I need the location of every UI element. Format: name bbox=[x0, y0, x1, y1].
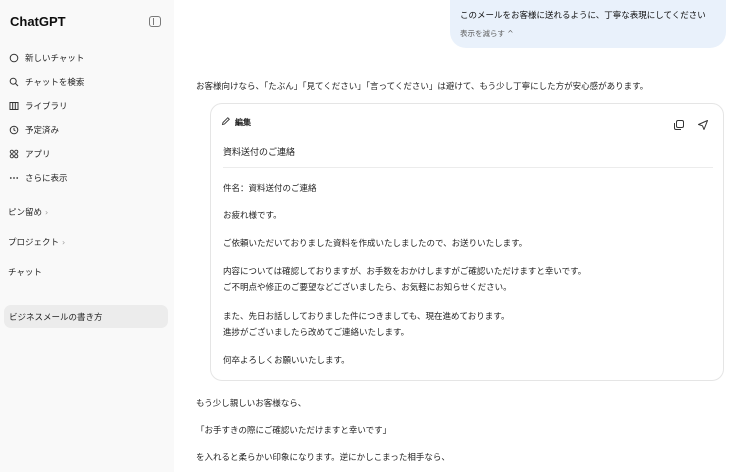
new-chat-icon bbox=[8, 52, 20, 64]
draft-line: 件名：資料送付のご連絡 bbox=[223, 184, 317, 194]
draft-line: お疲れ様です。 bbox=[223, 211, 282, 221]
sidebar-toggle-icon[interactable] bbox=[149, 16, 161, 27]
sidebar: ChatGPT 新しいチャット チャットを検索 ライブラリ 予定済み アプリ さ… bbox=[0, 0, 174, 472]
card-divider bbox=[223, 167, 713, 168]
show-less-button[interactable]: 表示を減らす ^ bbox=[460, 28, 514, 39]
draft-line: 何卒よろしくお願いいたします。 bbox=[223, 356, 350, 366]
edit-button[interactable]: 編集 bbox=[221, 116, 251, 128]
draft-title: 資料送付のご連絡 bbox=[223, 148, 296, 158]
assistant-followup-text: もう少し親しいお客様なら、 bbox=[196, 399, 307, 409]
sidebar-item-scheduled[interactable]: 予定済み bbox=[8, 121, 166, 139]
draft-line: 進捗がございましたら改めてご連絡いたします。 bbox=[223, 328, 410, 338]
sidebar-item-label: アプリ bbox=[25, 150, 51, 160]
sidebar-item-more[interactable]: さらに表示 bbox=[8, 169, 166, 187]
sidebar-item-label: 予定済み bbox=[25, 126, 60, 136]
sidebar-item-label: ライブラリ bbox=[25, 102, 68, 112]
apps-icon bbox=[8, 148, 20, 160]
chat-item-label: ビジネスメールの書き方 bbox=[9, 312, 103, 323]
section-chats: チャット bbox=[8, 266, 42, 278]
chevron-right-icon: › bbox=[45, 207, 49, 217]
more-icon bbox=[8, 172, 20, 184]
sidebar-item-apps[interactable]: アプリ bbox=[8, 145, 166, 163]
draft-line: また、先日お話ししておりました件につきましても、現在進めております。 bbox=[223, 312, 510, 322]
sidebar-item-label: チャットを検索 bbox=[25, 78, 85, 88]
clock-icon bbox=[8, 124, 20, 136]
section-pinned-label: ピン留め bbox=[8, 208, 43, 218]
pencil-icon bbox=[221, 116, 231, 128]
draft-line: 内容については確認しておりますが、お手数をおかけしますがご確認いただけますと幸い… bbox=[223, 267, 587, 277]
sidebar-header: ChatGPT bbox=[0, 0, 174, 46]
sidebar-item-label: 新しいチャット bbox=[25, 54, 85, 64]
section-chats-label: チャット bbox=[8, 268, 42, 278]
chat-item-business-email[interactable]: ビジネスメールの書き方 bbox=[4, 305, 168, 328]
app-title[interactable]: ChatGPT bbox=[10, 14, 66, 29]
conversation-area: このメールをお客様に送れるように、丁寧な表現にしてください 表示を減らす ^ お… bbox=[174, 0, 755, 472]
edit-label: 編集 bbox=[235, 117, 251, 127]
draft-line: ご不明点や修正のご要望などございましたら、お気軽にお知らせください。 bbox=[223, 283, 512, 293]
chevron-right-icon: › bbox=[62, 237, 66, 247]
user-message-text: このメールをお客様に送れるように、丁寧な表現にしてください bbox=[460, 11, 706, 21]
sidebar-item-library[interactable]: ライブラリ bbox=[8, 97, 166, 115]
sidebar-item-label: さらに表示 bbox=[25, 174, 68, 184]
search-icon bbox=[8, 76, 20, 88]
section-projects[interactable]: プロジェクト › bbox=[8, 236, 66, 249]
email-draft-card: 編集 資料送付のご連絡 件名：資料送付のご連絡 お疲れ様です。 ご依頼いただいて… bbox=[210, 103, 724, 381]
library-icon bbox=[8, 100, 20, 112]
sidebar-item-new-chat[interactable]: 新しいチャット bbox=[8, 49, 166, 67]
user-message-bubble: このメールをお客様に送れるように、丁寧な表現にしてください 表示を減らす ^ bbox=[450, 0, 726, 48]
send-icon[interactable] bbox=[697, 116, 711, 130]
draft-line: ご依頼いただいておりました資料を作成いたしましたので、お送りいたします。 bbox=[223, 239, 528, 249]
assistant-followup-text: を入れると柔らかい印象になります。逆にかしこまった相手なら、 bbox=[196, 453, 450, 463]
section-projects-label: プロジェクト bbox=[8, 238, 60, 248]
assistant-followup-text: 「お手すきの際にご確認いただけますと幸いです」 bbox=[196, 426, 392, 436]
copy-icon[interactable] bbox=[673, 116, 687, 130]
sidebar-item-search[interactable]: チャットを検索 bbox=[8, 73, 166, 91]
assistant-intro-text: お客様向けなら、「たぶん」「見てください」「言ってください」は避けて、もう少し丁… bbox=[196, 82, 649, 92]
section-pinned[interactable]: ピン留め › bbox=[8, 206, 49, 219]
